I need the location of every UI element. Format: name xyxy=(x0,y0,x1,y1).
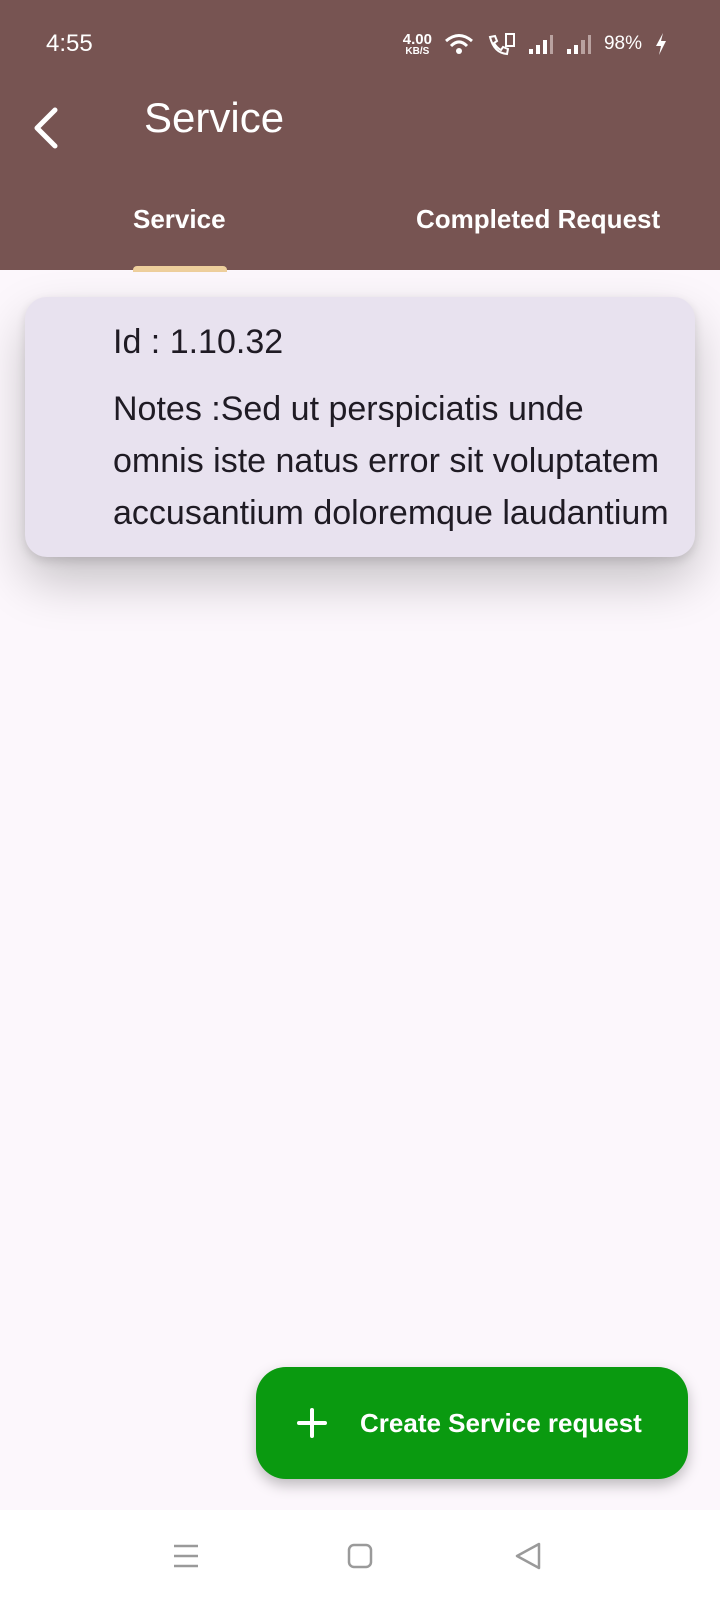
plus-icon xyxy=(297,1408,327,1438)
service-request-card[interactable]: Id : 1.10.32 Notes :Sed ut perspiciatis … xyxy=(25,297,695,557)
signal-sim2-icon xyxy=(566,35,591,54)
status-bar: 4:55 4.00 KB/S 98% xyxy=(0,0,720,88)
back-triangle-icon xyxy=(515,1542,541,1570)
nav-home-button[interactable] xyxy=(340,1536,380,1576)
network-speed-unit: KB/S xyxy=(405,45,430,57)
back-arrow-icon xyxy=(34,107,58,149)
tab-service[interactable]: Service xyxy=(133,204,226,235)
battery-percent: 98% xyxy=(603,33,642,54)
call-hd-icon xyxy=(488,33,515,56)
app-bar: Service xyxy=(0,88,720,178)
tab-selected-indicator xyxy=(133,266,227,272)
nav-menu-button[interactable] xyxy=(166,1536,206,1576)
network-speed: 4.00 KB/S xyxy=(403,32,432,57)
menu-icon xyxy=(174,1544,198,1568)
wifi-icon xyxy=(445,34,473,54)
back-button[interactable] xyxy=(22,100,70,156)
system-navigation-bar xyxy=(0,1510,720,1600)
request-notes: Notes :Sed ut perspiciatis unde omnis is… xyxy=(113,390,669,532)
request-id: Id : 1.10.32 xyxy=(113,323,284,361)
fab-label: Create Service request xyxy=(360,1407,642,1438)
top-app-header: 4:55 4.00 KB/S 98% Service Service Compl… xyxy=(0,0,720,272)
network-speed-value: 4.00 xyxy=(402,30,432,48)
status-time: 4:55 xyxy=(46,30,93,57)
charging-bolt-icon xyxy=(656,33,666,55)
home-square-icon xyxy=(347,1543,373,1569)
signal-sim1-icon xyxy=(528,35,553,54)
create-service-request-button[interactable]: Create Service request xyxy=(256,1367,688,1479)
nav-back-button[interactable] xyxy=(508,1536,548,1576)
page-title: Service xyxy=(144,94,285,141)
status-icons: 4.00 KB/S 98% xyxy=(403,28,668,60)
tab-bar: Service Completed Request xyxy=(0,188,720,272)
tab-completed-request[interactable]: Completed Request xyxy=(416,204,660,235)
